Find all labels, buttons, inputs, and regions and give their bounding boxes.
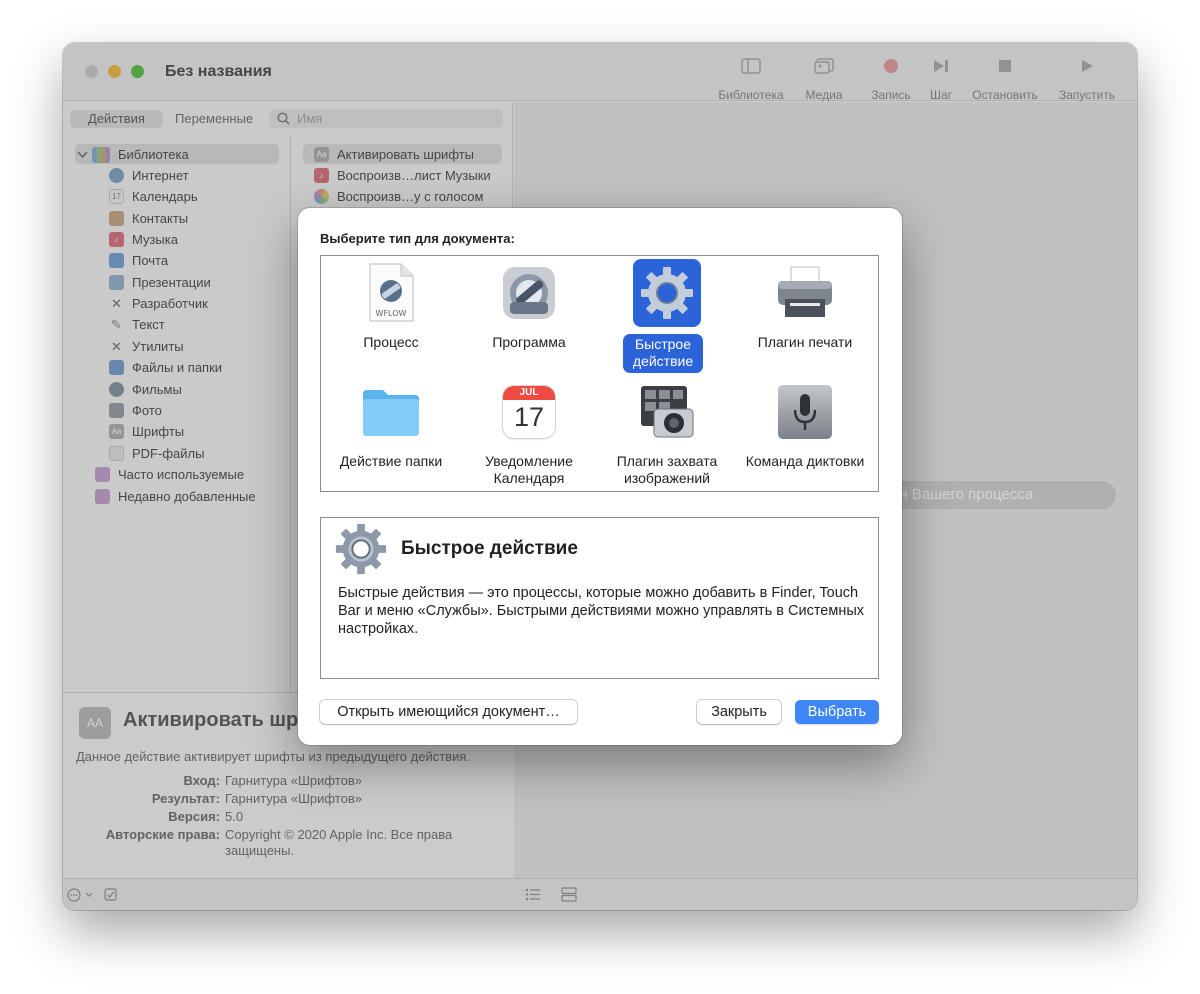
image-capture-icon xyxy=(633,378,701,446)
type-calendar-alarm[interactable]: JUL 17 Уведомление Календаря xyxy=(460,376,598,488)
type-label: Процесс xyxy=(363,334,419,350)
document-type-grid: WFLOW Процесс Программа Быстрое действие… xyxy=(320,255,879,492)
calendar-day: 17 xyxy=(513,402,545,432)
type-detail-title: Быстрое действие xyxy=(401,538,578,559)
type-label: Программа xyxy=(492,334,566,350)
type-label: Плагин печати xyxy=(757,334,853,350)
workflow-icon-label: WFLOW xyxy=(376,309,407,318)
type-dictation-command[interactable]: Команда диктовки xyxy=(736,376,874,488)
type-label: Команда диктовки xyxy=(745,453,865,469)
folder-icon xyxy=(357,378,425,446)
type-detail-panel: Быстрое действие Быстрые действия — это … xyxy=(320,517,879,679)
type-detail-description: Быстрые действия — это процессы, которые… xyxy=(338,585,865,637)
microphone-icon xyxy=(771,378,839,446)
workflow-file-icon: WFLOW xyxy=(357,259,425,327)
gear-icon xyxy=(333,520,389,583)
type-label: Быстрое действие xyxy=(623,334,703,373)
open-existing-document-button[interactable]: Открыть имеющийся документ… xyxy=(320,700,577,724)
choose-button[interactable]: Выбрать xyxy=(795,700,879,724)
type-workflow[interactable]: WFLOW Процесс xyxy=(322,257,460,369)
type-label: Действие папки xyxy=(339,453,443,469)
type-label: Уведомление Календаря xyxy=(485,453,573,486)
quick-action-gear-icon xyxy=(633,259,701,327)
close-button[interactable]: Закрыть xyxy=(697,700,781,724)
printer-icon xyxy=(771,259,839,327)
dialog-heading: Выберите тип для документа: xyxy=(320,231,515,246)
type-quick-action[interactable]: Быстрое действие xyxy=(598,257,736,373)
type-label: Плагин захвата изображений xyxy=(616,453,718,486)
document-type-dialog: Выберите тип для документа: WFLOW Процес… xyxy=(298,208,902,745)
calendar-month: JUL xyxy=(503,386,555,400)
type-folder-action[interactable]: Действие папки xyxy=(322,376,460,488)
calendar-icon: JUL 17 xyxy=(495,378,563,446)
type-application[interactable]: Программа xyxy=(460,257,598,369)
type-image-capture-plugin[interactable]: Плагин захвата изображений xyxy=(598,376,736,488)
application-icon xyxy=(495,259,563,327)
type-print-plugin[interactable]: Плагин печати xyxy=(736,257,874,369)
